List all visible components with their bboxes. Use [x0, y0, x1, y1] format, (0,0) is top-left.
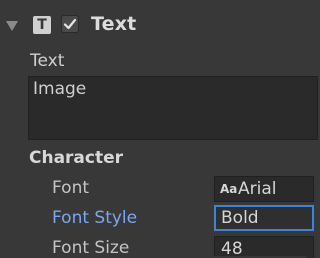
component-header[interactable]: T Text	[0, 10, 306, 42]
font-style-value: Bold	[221, 208, 259, 228]
font-style-dropdown[interactable]: Bold	[214, 205, 314, 231]
text-input-area[interactable]: Image	[28, 76, 318, 140]
inspector-panel: T Text Text Image Character Font Aa Aria…	[0, 0, 318, 258]
font-asset-icon: Aa	[220, 182, 238, 196]
font-style-label: Font Style	[52, 208, 138, 228]
text-component-icon: T	[33, 16, 51, 34]
checkmark-icon	[63, 18, 77, 30]
character-section-title: Character	[29, 148, 124, 168]
enable-checkbox[interactable]	[61, 15, 79, 33]
font-label: Font	[52, 178, 90, 198]
text-input-value: Image	[33, 79, 87, 99]
text-field-label: Text	[30, 51, 65, 71]
component-title: Text	[91, 13, 137, 35]
font-field[interactable]: Aa Arial	[214, 176, 314, 202]
font-size-label: Font Size	[52, 238, 130, 258]
font-size-input[interactable]: 48	[214, 236, 314, 258]
font-value: Arial	[238, 179, 277, 199]
foldout-arrow-icon[interactable]	[6, 21, 18, 31]
